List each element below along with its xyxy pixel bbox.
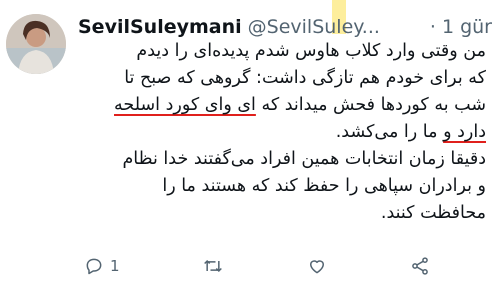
tweet-text: من وقتی وارد کلاب هاوس شدم پدیده‌ای را د… [84,38,486,227]
share-icon [412,257,428,275]
timestamp[interactable]: · 1 gür [430,16,492,38]
like-button[interactable] [307,256,327,276]
tweet-line: شب به کوردها فحش میداند که ای وای کورد ا… [84,92,486,119]
tweet-line: من وقتی وارد کلاب هاوس شدم پدیده‌ای را د… [136,41,486,61]
avatar-image [6,14,66,74]
tweet-line: و برادران سپاهی را حفظ کند که هستند ما ر… [162,176,486,196]
tweet-line: دارد و ما را می‌کشد. [84,119,486,146]
tweet-line: دقیقا زمان انتخابات همین افراد می‌گفتند … [122,149,486,169]
tweet-actions: 1 [84,254,430,278]
share-button[interactable] [410,256,430,276]
tweet-line: که برای خودم هم تازگی داشت: گروهی که صبح… [124,68,486,88]
tweet-line: محافظت کنند. [380,203,486,223]
highlighted-phrase: دارد و [443,122,486,142]
reply-count: 1 [110,257,120,275]
reply-button[interactable]: 1 [84,256,120,276]
display-name[interactable]: SevilSuleymani [78,16,242,38]
user-handle[interactable]: @SevilSuley... [248,16,380,38]
retweet-button[interactable] [202,256,224,276]
highlighted-phrase: ای وای کورد اسلحه [114,95,256,115]
retweet-icon [204,259,223,273]
avatar[interactable] [6,14,66,74]
tweet-header: SevilSuleymani @SevilSuley... · 1 gür [78,14,492,40]
heart-icon [310,260,325,274]
tweet-line-part: شب به کوردها فحش میداند که [255,95,486,115]
tweet-line-part: ما را می‌کشد. [335,122,444,142]
tweet-card[interactable]: SevilSuleymani @SevilSuley... · 1 gür من… [0,0,500,286]
reply-icon [86,258,102,275]
